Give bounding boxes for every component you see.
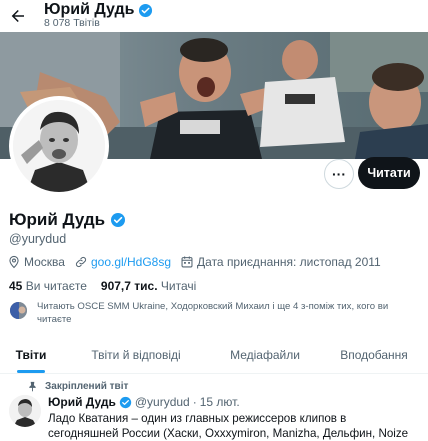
- followers-count: 907,7 тис.: [100, 279, 158, 293]
- known-followers[interactable]: Читають OSCE SMM Ukraine, Ходорковский М…: [9, 300, 419, 326]
- following-stat[interactable]: 45 Ви читаєте: [9, 279, 87, 293]
- link-icon: [75, 256, 87, 268]
- tab-tweets[interactable]: Твіти: [0, 337, 62, 373]
- following-label: Ви читаєте: [25, 279, 87, 293]
- known-follower-photo: [10, 302, 27, 319]
- calendar-icon: [181, 256, 193, 268]
- tweet-author-name[interactable]: Юрий Дудь: [48, 395, 116, 409]
- joined-text: Дата приєднання: листопад 2011: [197, 255, 381, 269]
- back-button[interactable]: [6, 4, 30, 28]
- website-item[interactable]: goo.gl/HdG8sg: [74, 255, 171, 269]
- top-bar: Юрий Дудь 8 078 Твітів: [0, 0, 428, 32]
- back-arrow-icon: [11, 10, 24, 22]
- tab-likes[interactable]: Вподобання: [320, 337, 428, 373]
- followers-stat[interactable]: 907,7 тис. Читачі: [101, 279, 196, 293]
- following-count: 45: [9, 279, 23, 293]
- profile-tabs: Твіти Твіти й відповіді Медіафайли Вподо…: [0, 337, 428, 374]
- known-follower-avatar: [9, 301, 28, 320]
- verified-badge-icon: [111, 213, 126, 227]
- verified-badge-icon: [139, 3, 153, 17]
- verified-badge-icon: [119, 396, 132, 408]
- profile-name: Юрий Дудь: [9, 210, 106, 229]
- tab-tweets-replies[interactable]: Твіти й відповіді: [62, 337, 210, 373]
- known-followers-text: Читають OSCE SMM Ukraine, Ходорковский М…: [37, 301, 389, 325]
- header-tweet-count: 8 078 Твітів: [44, 17, 100, 29]
- pin-icon: [29, 381, 36, 392]
- tweet-header: Юрий Дудь @yurydud · 15 лют.: [48, 395, 240, 409]
- profile-meta: Москва goo.gl/HdG8sg Дата приєднання: ли…: [7, 255, 390, 269]
- profile-name-row: Юрий Дудь: [9, 210, 126, 230]
- tab-media[interactable]: Медіафайли: [210, 337, 320, 373]
- profile-stats: 45 Ви читаєте 907,7 тис. Читачі: [9, 279, 210, 293]
- more-options-button[interactable]: ···: [324, 159, 354, 189]
- website-link[interactable]: goo.gl/HdG8sg: [91, 255, 171, 269]
- location-text: Москва: [24, 255, 65, 269]
- profile-handle: @yurydud: [9, 232, 67, 246]
- avatar: [13, 100, 105, 192]
- tweet-avatar-photo: [9, 395, 41, 427]
- location-icon: [9, 255, 19, 269]
- joined-item: Дата приєднання: листопад 2011: [180, 255, 381, 269]
- tweet-text: Ладо Кватания – один из главных режиссер…: [48, 412, 409, 440]
- profile-avatar[interactable]: [9, 96, 109, 196]
- tweet-date[interactable]: 15 лют.: [200, 395, 240, 409]
- followers-label: Читачі: [160, 279, 197, 293]
- tweet-separator: ·: [192, 395, 197, 409]
- avatar-photo: [13, 100, 105, 192]
- pinned-indicator: Закріплений твіт: [27, 381, 128, 392]
- tweet-author-avatar[interactable]: [9, 395, 41, 427]
- follow-button[interactable]: Читати: [358, 157, 420, 189]
- tweet-author-handle[interactable]: @yurydud: [135, 395, 190, 409]
- pinned-label: Закріплений твіт: [45, 381, 129, 392]
- location-item: Москва: [7, 255, 65, 269]
